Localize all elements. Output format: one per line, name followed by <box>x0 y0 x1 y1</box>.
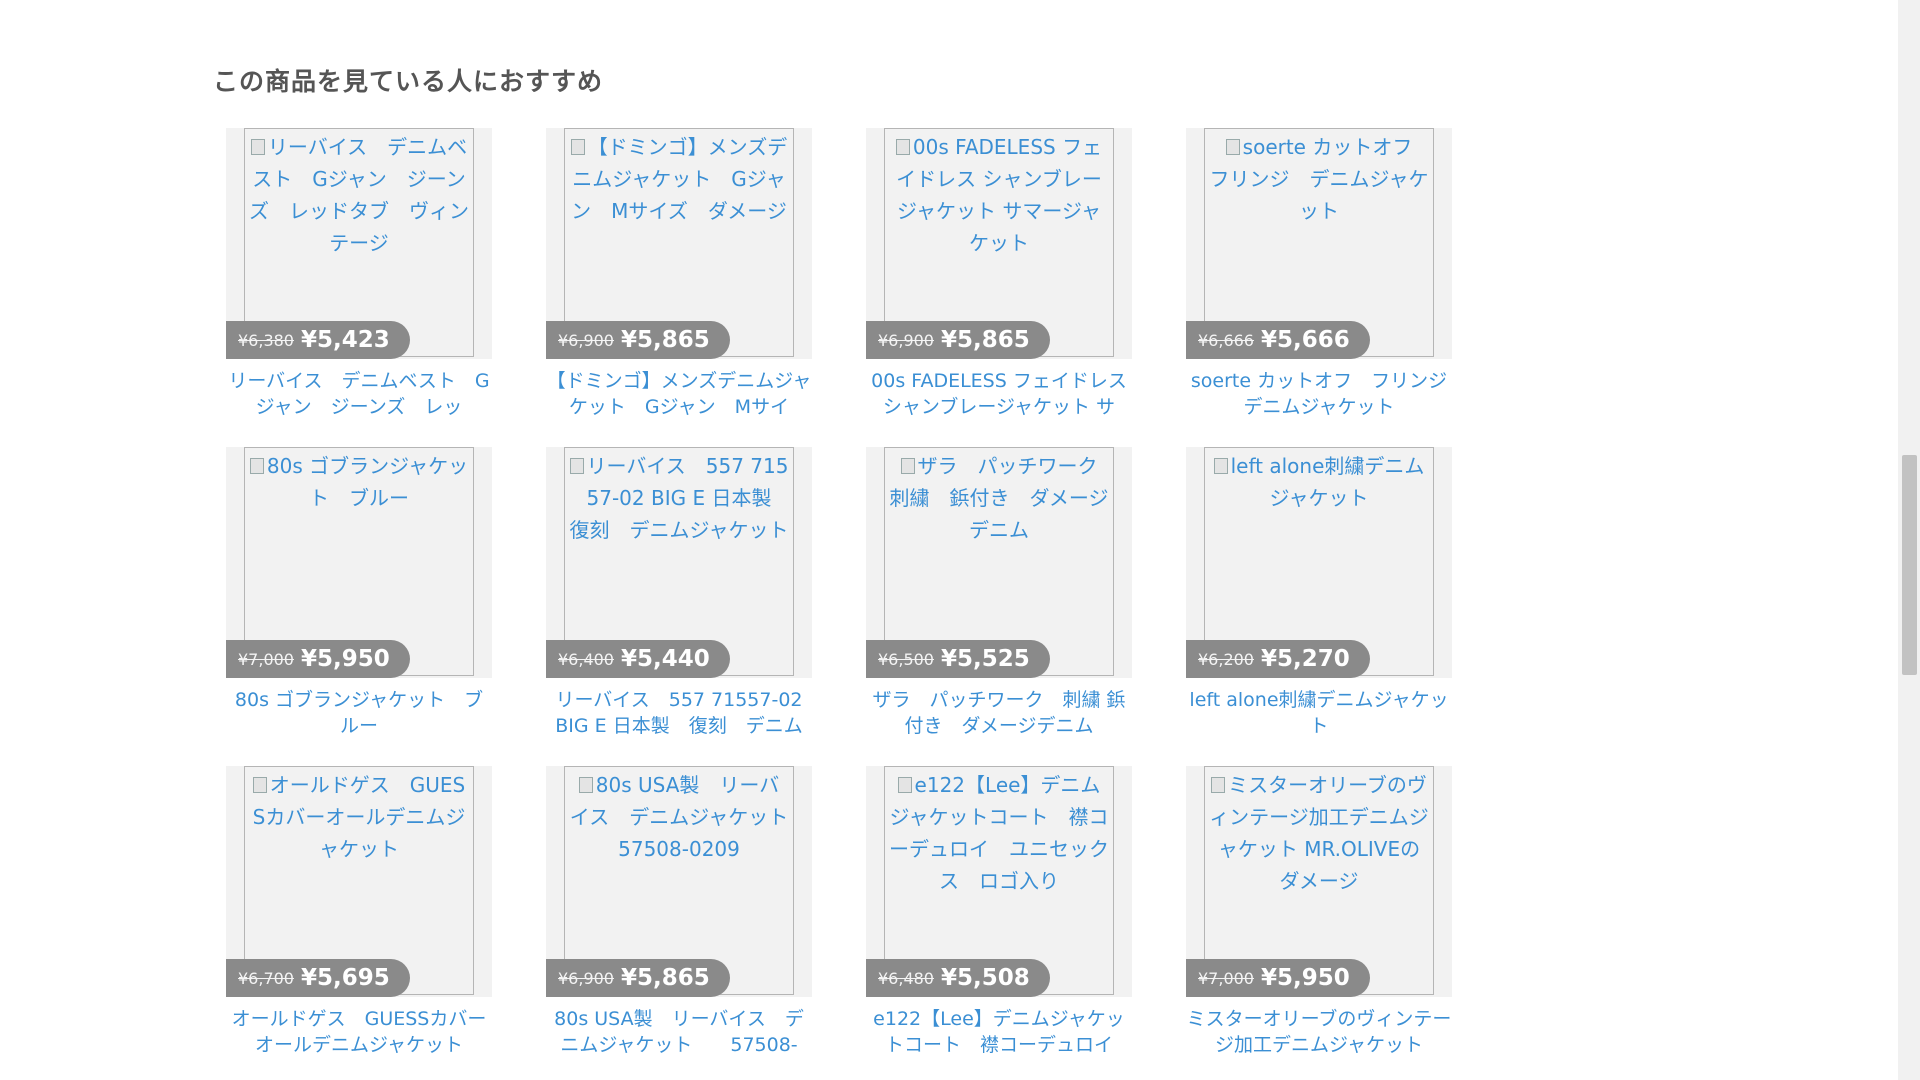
product-name-link[interactable]: リーバイス 557 71557-02 BIG E 日本製 復刻 デニム <box>546 687 812 743</box>
sale-price: ¥5,525 <box>940 646 1030 672</box>
broken-image-icon <box>895 139 910 155</box>
sale-price: ¥5,666 <box>1260 327 1350 353</box>
price-badge: ¥6,380 ¥5,423 <box>226 321 410 359</box>
price-badge: ¥6,900 ¥5,865 <box>546 321 730 359</box>
product-thumbnail[interactable]: 【ドミンゴ】メンズデニムジャケット Gジャン Mサイズ ダメージ ¥6,900 … <box>546 128 812 359</box>
product-card[interactable]: 80s USA製 リーバイス デニムジャケット 57508-0209 ¥6,90… <box>546 766 812 1076</box>
price-badge: ¥6,200 ¥5,270 <box>1186 640 1370 678</box>
price-badge: ¥7,000 ¥5,950 <box>226 640 410 678</box>
product-name-link[interactable]: 00s FADELESS フェイドレス シャンブレージャケット サ <box>866 368 1132 424</box>
sale-price: ¥5,508 <box>940 965 1030 991</box>
original-price: ¥6,500 <box>878 649 934 669</box>
sale-price: ¥5,950 <box>1260 965 1350 991</box>
product-thumbnail[interactable]: e122【Lee】デニムジャケットコート 襟コーデュロイ ユニセックス ロゴ入り… <box>866 766 1132 997</box>
product-thumbnail[interactable]: left alone刺繍デニムジャケット ¥6,200 ¥5,270 <box>1186 447 1452 678</box>
product-name-link[interactable]: left alone刺繍デニムジャケット <box>1186 687 1452 743</box>
original-price: ¥6,480 <box>878 968 934 988</box>
sale-price: ¥5,865 <box>940 327 1030 353</box>
product-card[interactable]: 80s ゴブランジャケット ブルー ¥7,000 ¥5,950 80s ゴブラン… <box>226 447 492 757</box>
broken-image-icon <box>1211 777 1226 793</box>
product-name-link[interactable]: リーバイス デニムベスト Gジャン ジーンズ ￹レッ <box>226 368 492 424</box>
sale-price: ¥5,423 <box>300 327 390 353</box>
product-card[interactable]: リーバイス 557 71557-02 BIG E 日本製 復刻 デニムジャケット… <box>546 447 812 757</box>
product-name-link[interactable]: オールドゲス GUESSカバーオールデニムジャケット <box>226 1006 492 1062</box>
broken-image-icon <box>897 777 912 793</box>
product-card[interactable]: 00s FADELESS フェイドレス シャンブレージャケット サマージャケット… <box>866 128 1132 438</box>
price-badge: ¥7,000 ¥5,950 <box>1186 959 1370 997</box>
broken-image-icon <box>569 458 584 474</box>
broken-image-icon <box>1225 139 1240 155</box>
product-name-link[interactable]: 【ドミンゴ】メンズデニムジャケット Gジャン Mサイ <box>546 368 812 424</box>
broken-image-icon <box>578 777 593 793</box>
broken-image-icon <box>250 139 265 155</box>
product-name-link[interactable]: ザラ パッチワーク 刺繍 鋲付き ダメージデニム <box>866 687 1132 743</box>
product-card[interactable]: ザラ パッチワーク 刺繍 鋲付き ダメージデニム ¥6,500 ¥5,525 ザ… <box>866 447 1132 757</box>
product-thumbnail[interactable]: ザラ パッチワーク 刺繍 鋲付き ダメージデニム ¥6,500 ¥5,525 <box>866 447 1132 678</box>
price-badge: ¥6,700 ¥5,695 <box>226 959 410 997</box>
product-card[interactable]: 【ドミンゴ】メンズデニムジャケット Gジャン Mサイズ ダメージ ¥6,900 … <box>546 128 812 438</box>
product-name-link[interactable]: ミスターオリーブのヴィンテージ加工デニムジャケット <box>1186 1006 1452 1062</box>
product-thumbnail[interactable]: オールドゲス GUESSカバーオールデニムジャケット ¥6,700 ¥5,695 <box>226 766 492 997</box>
product-card[interactable]: リーバイス デニムベスト Gジャン ジーンズ ￹レッドタブ ヴィンテージ ¥6,… <box>226 128 492 438</box>
product-name-link[interactable]: 80s USA製 リーバイス デニムジャケット 57508- <box>546 1006 812 1062</box>
original-price: ¥7,000 <box>238 649 294 669</box>
original-price: ¥7,000 <box>1198 968 1254 988</box>
product-thumbnail[interactable]: soerte カットオフ フリンジ デニムジャケット ¥6,666 ¥5,666 <box>1186 128 1452 359</box>
product-thumbnail[interactable]: 80s USA製 リーバイス デニムジャケット 57508-0209 ¥6,90… <box>546 766 812 997</box>
original-price: ¥6,200 <box>1198 649 1254 669</box>
broken-image-icon <box>900 458 915 474</box>
sale-price: ¥5,270 <box>1260 646 1350 672</box>
product-card[interactable]: オールドゲス GUESSカバーオールデニムジャケット ¥6,700 ¥5,695… <box>226 766 492 1076</box>
vertical-scrollbar[interactable] <box>1898 0 1920 1080</box>
original-price: ¥6,400 <box>558 649 614 669</box>
product-thumbnail[interactable]: リーバイス 557 71557-02 BIG E 日本製 復刻 デニムジャケット… <box>546 447 812 678</box>
sale-price: ¥5,950 <box>300 646 390 672</box>
product-name-link[interactable]: e122【Lee】デニムジャケットコート 襟コーデュロイ <box>866 1006 1132 1062</box>
section-title: この商品を見ている人におすすめ <box>213 67 604 96</box>
product-thumbnail[interactable]: ミスターオリーブのヴィンテージ加工デニムジャケット MR.OLIVEのダメージ … <box>1186 766 1452 997</box>
price-badge: ¥6,480 ¥5,508 <box>866 959 1050 997</box>
product-name-link[interactable]: soerte カットオフ フリンジ デニムジャケット <box>1186 368 1452 424</box>
product-card[interactable]: left alone刺繍デニムジャケット ¥6,200 ¥5,270 left … <box>1186 447 1452 757</box>
broken-image-icon <box>570 139 585 155</box>
price-badge: ¥6,900 ¥5,865 <box>546 959 730 997</box>
product-thumbnail[interactable]: リーバイス デニムベスト Gジャン ジーンズ ￹レッドタブ ヴィンテージ ¥6,… <box>226 128 492 359</box>
original-price: ¥6,380 <box>238 330 294 350</box>
sale-price: ¥5,865 <box>620 327 710 353</box>
original-price: ¥6,700 <box>238 968 294 988</box>
broken-image-icon <box>1213 458 1228 474</box>
original-price: ¥6,666 <box>1198 330 1254 350</box>
price-badge: ¥6,900 ¥5,865 <box>866 321 1050 359</box>
broken-image-icon <box>249 458 264 474</box>
price-badge: ¥6,500 ¥5,525 <box>866 640 1050 678</box>
sale-price: ¥5,695 <box>300 965 390 991</box>
original-price: ¥6,900 <box>558 968 614 988</box>
scrollbar-thumb[interactable] <box>1902 455 1917 675</box>
price-badge: ¥6,400 ¥5,440 <box>546 640 730 678</box>
original-price: ¥6,900 <box>558 330 614 350</box>
product-card[interactable]: soerte カットオフ フリンジ デニムジャケット ¥6,666 ¥5,666… <box>1186 128 1452 438</box>
sale-price: ¥5,865 <box>620 965 710 991</box>
price-badge: ¥6,666 ¥5,666 <box>1186 321 1370 359</box>
product-card[interactable]: ミスターオリーブのヴィンテージ加工デニムジャケット MR.OLIVEのダメージ … <box>1186 766 1452 1076</box>
original-price: ¥6,900 <box>878 330 934 350</box>
product-thumbnail[interactable]: 00s FADELESS フェイドレス シャンブレージャケット サマージャケット… <box>866 128 1132 359</box>
product-name-link[interactable]: 80s ゴブランジャケット ブルー <box>226 687 492 743</box>
product-card[interactable]: e122【Lee】デニムジャケットコート 襟コーデュロイ ユニセックス ロゴ入り… <box>866 766 1132 1076</box>
product-thumbnail[interactable]: 80s ゴブランジャケット ブルー ¥7,000 ¥5,950 <box>226 447 492 678</box>
broken-image-icon <box>252 777 267 793</box>
sale-price: ¥5,440 <box>620 646 710 672</box>
